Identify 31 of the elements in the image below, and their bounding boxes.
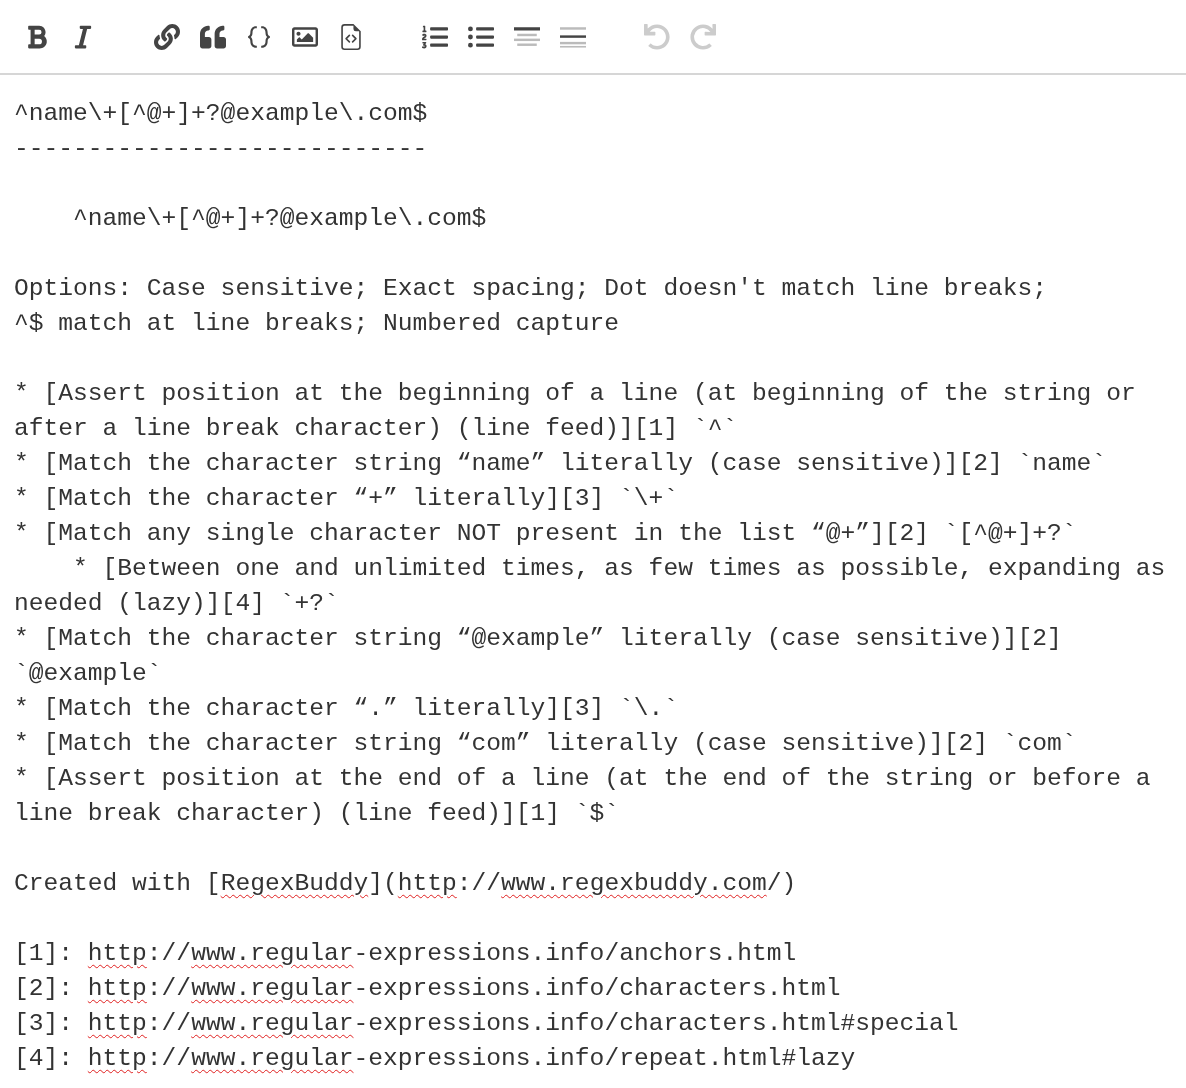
undo-icon: [644, 23, 670, 50]
text-line: ^name\+[^@+]+?@example\.com$: [72, 204, 487, 234]
text-line: * [Assert position at the beginning of a line (at beginning of the string or: [14, 379, 1136, 409]
braces-icon: [246, 23, 272, 50]
text-line: * [Match the character string “com” literally (case sensitive)][2] `com`: [14, 729, 1077, 759]
bulleted-list-icon: [468, 23, 494, 50]
text-line: `@example`: [14, 659, 162, 689]
text-line: ^$ match at line breaks; Numbered capture: [14, 309, 620, 339]
text-line: * [Between one and unlimited times, as few times as possible, expanding as: [72, 554, 1166, 584]
text-line: Options: Case sensitive; Exact spacing; Dot doesn't match line breaks;: [14, 274, 1048, 304]
numbered-list-icon: [422, 23, 448, 50]
text-line: [4]: http://www.regular-expressions.info/repeat.html#lazy: [14, 1044, 856, 1074]
text-line: line break character) (line feed)][1] `$`: [14, 799, 620, 829]
text-line: * [Match the character string “@example” literally (case sensitive)][2]: [14, 624, 1062, 654]
text-line: * [Assert position at the end of a line (at the end of the string or before a: [14, 764, 1151, 794]
text-line: * [Match the character “+” literally][3] `\+`: [14, 484, 679, 514]
text-line: [3]: http://www.regular-expressions.info/characters.html#special: [14, 1009, 959, 1039]
text-line: ^name\+[^@+]+?@example\.com$: [14, 99, 428, 129]
text-line: * [Match the character string “name” literally (case sensitive)][2] `name`: [14, 449, 1107, 479]
text-line: * [Match the character “.” literally][3] `\.`: [14, 694, 679, 724]
quote-icon: [200, 23, 226, 50]
text-line: [1]: http://www.regular-expressions.info/anchors.html: [14, 939, 797, 969]
link-icon: [154, 23, 180, 50]
text-line: Created with [RegexBuddy](http://www.regexbuddy.com/): [14, 869, 797, 899]
redo-icon: [690, 23, 716, 50]
code-file-icon: [338, 23, 364, 50]
text-line: [2]: http://www.regular-expressions.info/characters.html: [14, 974, 841, 1004]
text-line: ----------------------------: [14, 134, 428, 164]
text-line: after a line break character) (line feed)][1] `^`: [14, 414, 738, 444]
text-line: * [Match any single character NOT present in the list “@+”][2] `[^@+]+?`: [14, 519, 1077, 549]
text-line: needed (lazy)][4] `+?`: [14, 589, 339, 619]
